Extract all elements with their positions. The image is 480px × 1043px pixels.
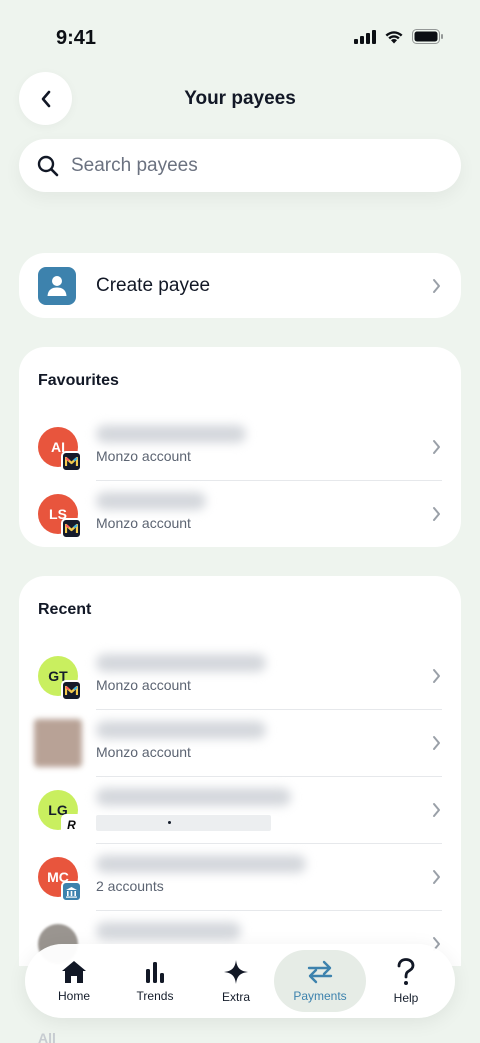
question-icon (397, 957, 415, 985)
payee-subtitle: Monzo account (96, 515, 191, 531)
search-icon (37, 155, 59, 176)
tab-home[interactable]: Home (28, 950, 120, 1012)
recent-title: Recent (38, 601, 92, 618)
search-input[interactable] (71, 154, 431, 177)
chevron-right-icon (433, 870, 440, 884)
payee-subtitle: Monzo account (96, 744, 191, 760)
sparkle-icon (224, 959, 248, 984)
payee-subtitle: Monzo account (96, 677, 191, 693)
transfer-arrows-icon (307, 960, 333, 983)
recent-payee-row[interactable]: LG R (19, 777, 461, 844)
chevron-right-icon (433, 507, 440, 521)
create-payee-button[interactable]: Create payee (19, 253, 461, 318)
all-section-title: All (38, 1030, 56, 1043)
recent-payee-row[interactable]: GT Monzo account (19, 643, 461, 710)
page-title: Your payees (184, 88, 296, 109)
recent-payee-row[interactable]: Monzo account (19, 710, 461, 777)
favourite-payee-row[interactable]: LS Monzo account (19, 481, 461, 548)
payee-name-redacted (96, 855, 306, 873)
recent-payee-row[interactable]: MC 2 accounts (19, 844, 461, 911)
chevron-right-icon (433, 803, 440, 817)
avatar-photo (34, 719, 82, 767)
payee-name-redacted (96, 788, 291, 806)
monzo-badge-icon (61, 680, 82, 701)
favourites-title: Favourites (38, 372, 119, 389)
bank-badge-icon (61, 881, 82, 902)
payee-name-redacted (96, 654, 266, 672)
revolut-badge-icon: R (61, 814, 82, 835)
home-icon (62, 960, 86, 983)
bar-chart-icon (146, 961, 164, 983)
chevron-right-icon (433, 669, 440, 683)
chevron-right-icon (433, 279, 440, 293)
favourites-card: Favourites AI Monzo account LS Monzo acc… (19, 347, 461, 547)
payee-name-redacted (96, 922, 241, 940)
status-time: 9:41 (56, 27, 97, 49)
status-bar: 9:41 (0, 0, 480, 78)
cellular-signal-icon (354, 29, 376, 44)
recent-card: Recent GT Monzo account Monzo account LG… (19, 576, 461, 966)
person-icon (38, 266, 76, 305)
header: Your payees (0, 72, 480, 128)
monzo-badge-icon (61, 518, 82, 539)
payee-subtitle: 2 accounts (96, 878, 164, 894)
tab-payments[interactable]: Payments (274, 950, 366, 1012)
monzo-badge-icon (61, 451, 82, 472)
payee-name-redacted (96, 721, 266, 739)
payee-subtitle: Monzo account (96, 448, 191, 464)
account-details-redacted (96, 815, 271, 831)
search-bar[interactable] (19, 139, 461, 192)
payee-name-redacted (96, 425, 246, 443)
chevron-right-icon (433, 736, 440, 750)
tab-bar: Home Trends Extra Payments Help (25, 944, 455, 1018)
tab-trends[interactable]: Trends (109, 950, 201, 1012)
payee-name-redacted (96, 492, 206, 510)
create-payee-label: Create payee (96, 274, 211, 296)
tab-help[interactable]: Help (360, 950, 452, 1012)
wifi-icon (385, 30, 403, 43)
tab-extra[interactable]: Extra (190, 950, 282, 1012)
favourite-payee-row[interactable]: AI Monzo account (19, 414, 461, 481)
battery-icon (412, 29, 443, 44)
chevron-right-icon (433, 440, 440, 454)
status-icons (354, 29, 444, 44)
